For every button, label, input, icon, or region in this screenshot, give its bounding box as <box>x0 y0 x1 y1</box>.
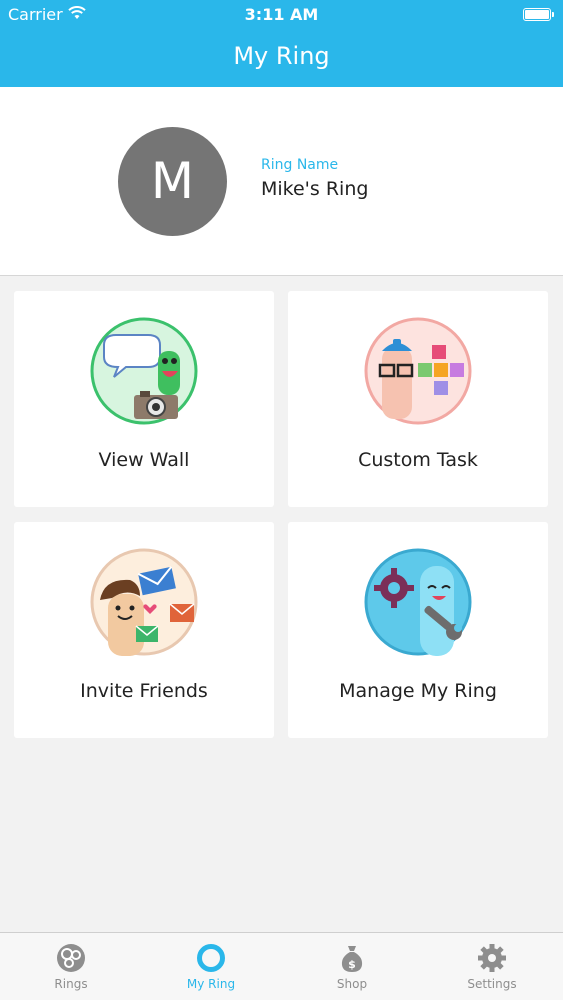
ring-profile: M Ring Name Mike's Ring <box>0 87 563 276</box>
clock: 3:11 AM <box>244 5 319 24</box>
tab-label: Rings <box>54 977 88 991</box>
tab-bar: Rings My Ring $ Shop Settings <box>0 932 563 1000</box>
tab-settings[interactable]: Settings <box>422 933 562 1000</box>
tab-rings[interactable]: Rings <box>1 933 141 1000</box>
money-bag-icon: $ <box>341 946 363 972</box>
tab-my-ring[interactable]: My Ring <box>141 933 281 1000</box>
invite-friends-tile[interactable]: Invite Friends <box>14 522 274 738</box>
custom-task-tile[interactable]: Custom Task <box>288 291 548 507</box>
svg-text:$: $ <box>348 958 356 971</box>
tab-label: My Ring <box>186 977 236 991</box>
ring-name-value[interactable]: Mike's Ring <box>261 178 368 200</box>
ring-name-label: Ring Name <box>261 157 339 173</box>
manage-ring-label: Manage My Ring <box>339 680 497 702</box>
gear-icon <box>478 944 506 972</box>
avatar[interactable]: M <box>118 127 227 236</box>
speech-bubble-camera-icon <box>90 317 198 425</box>
view-wall-tile[interactable]: View Wall <box>14 291 274 507</box>
manage-ring-tile[interactable]: Manage My Ring <box>288 522 548 738</box>
rings-icon <box>57 944 85 972</box>
tab-shop[interactable]: $ Shop <box>282 933 422 1000</box>
tab-label: Shop <box>336 977 368 991</box>
gear-wrench-icon <box>364 548 472 656</box>
header: Carrier 3:11 AM My Ring <box>0 0 563 87</box>
battery-icon <box>523 8 554 21</box>
envelopes-icon <box>90 548 198 656</box>
tab-label: Settings <box>467 977 517 991</box>
puzzle-pieces-icon <box>364 317 472 425</box>
page-title: My Ring <box>233 42 330 70</box>
invite-friends-label: Invite Friends <box>80 680 208 702</box>
status-bar: Carrier 3:11 AM <box>0 0 563 30</box>
ring-circle-icon <box>197 944 225 972</box>
view-wall-label: View Wall <box>98 449 190 471</box>
custom-task-label: Custom Task <box>358 449 478 471</box>
